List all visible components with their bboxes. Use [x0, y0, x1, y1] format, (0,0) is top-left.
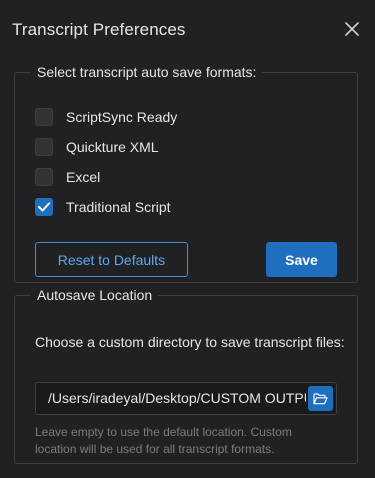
- format-option-label: ScriptSync Ready: [66, 109, 178, 125]
- close-icon: [345, 22, 359, 36]
- location-legend: Autosave Location: [37, 287, 153, 303]
- checkbox[interactable]: [35, 198, 53, 216]
- location-hint: Leave empty to use the default location.…: [35, 425, 292, 456]
- folder-open-icon: [313, 392, 328, 404]
- checkbox[interactable]: [35, 138, 53, 156]
- path-input[interactable]: [36, 383, 306, 414]
- checkbox[interactable]: [35, 108, 53, 126]
- formats-group: Select transcript auto save formats: Scr…: [14, 64, 358, 283]
- browse-folder-button[interactable]: [308, 386, 333, 411]
- reset-to-defaults-button[interactable]: Reset to Defaults: [35, 242, 188, 277]
- formats-legend: Select transcript auto save formats:: [37, 64, 257, 80]
- format-option-scriptsync[interactable]: ScriptSync Ready: [35, 107, 177, 127]
- path-field: [35, 382, 337, 415]
- location-description: Choose a custom directory to save transc…: [35, 334, 345, 350]
- checkbox[interactable]: [35, 168, 53, 186]
- transcript-preferences-dialog: Transcript Preferences Select transcript…: [0, 0, 375, 478]
- save-button[interactable]: Save: [266, 242, 337, 277]
- checkmark-icon: [38, 202, 50, 212]
- close-button[interactable]: [341, 18, 363, 40]
- format-option-label: Quickture XML: [66, 139, 159, 155]
- format-option-label: Traditional Script: [66, 199, 171, 215]
- autosave-location-group: Autosave Location Choose a custom direct…: [14, 287, 358, 464]
- dialog-title: Transcript Preferences: [12, 20, 186, 39]
- format-option-traditional-script[interactable]: Traditional Script: [35, 197, 171, 217]
- format-option-label: Excel: [66, 169, 101, 185]
- format-option-excel[interactable]: Excel: [35, 167, 100, 187]
- format-option-quickture-xml[interactable]: Quickture XML: [35, 137, 159, 157]
